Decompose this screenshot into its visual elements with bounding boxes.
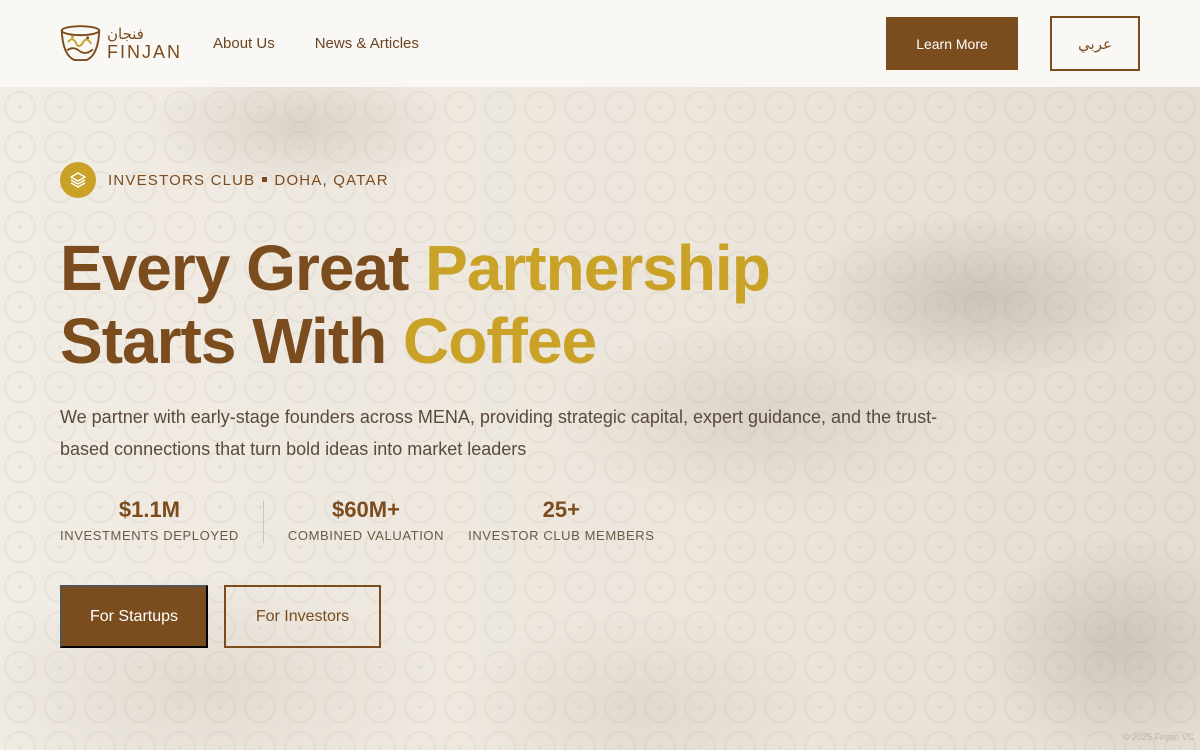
nav-about-us[interactable]: About Us <box>213 35 275 52</box>
stat-value: $1.1M <box>118 497 181 522</box>
language-toggle-button[interactable]: عربي <box>1050 16 1140 71</box>
nav-news-articles[interactable]: News & Articles <box>315 35 419 52</box>
hero-subtext: We partner with early-stage founders acr… <box>60 407 938 459</box>
eyebrow-text: INVESTORS CLUB DOHA, QATAR <box>108 172 389 189</box>
header-actions: Learn More عربي <box>886 16 1140 71</box>
learn-more-button[interactable]: Learn More <box>886 17 1018 70</box>
main-nav: About Us News & Articles <box>213 35 459 52</box>
stat-divider <box>262 501 264 543</box>
coffee-cup-icon <box>60 24 101 61</box>
stat-investments: $1.1M INVESTMENTS DEPLOYED <box>60 497 239 543</box>
cta-row: For Startups For Investors <box>60 585 381 648</box>
logo-wordmark: فنجان FINJAN <box>107 26 182 62</box>
eyebrow-separator <box>262 177 268 183</box>
copyright-note: © 2025 Finjan VC <box>1122 732 1194 742</box>
layers-icon <box>60 162 96 198</box>
headline-line2-b: Coffee <box>403 305 597 377</box>
stat-valuation: $60M+ COMBINED VALUATION <box>288 497 444 543</box>
stats-row: $1.1M INVESTMENTS DEPLOYED $60M+ COMBINE… <box>60 497 655 543</box>
eyebrow: INVESTORS CLUB DOHA, QATAR <box>60 162 389 198</box>
headline-line1-b: Partnership <box>425 232 771 304</box>
finjan-logo[interactable]: فنجان FINJAN <box>60 22 182 66</box>
for-startups-button[interactable]: For Startups <box>60 585 208 648</box>
headline-line2-a: Starts With <box>60 305 403 377</box>
stat-label: INVESTMENTS DEPLOYED <box>60 528 239 543</box>
hero-headline: Every Great Partnership Starts With Coff… <box>60 232 771 378</box>
logo-arabic: فنجان <box>107 24 144 43</box>
site-header: فنجان FINJAN About Us News & Articles Le… <box>0 0 1200 87</box>
stat-label: INVESTOR CLUB MEMBERS <box>468 528 655 543</box>
stat-spacer <box>444 497 468 543</box>
stat-value: $60M+ <box>332 497 400 522</box>
eyebrow-location: DOHA, QATAR <box>274 171 389 189</box>
for-investors-button[interactable]: For Investors <box>224 585 381 648</box>
headline-line1-a: Every Great <box>60 232 426 304</box>
eyebrow-club: INVESTORS CLUB <box>108 171 256 189</box>
logo-english: FINJAN <box>107 41 182 62</box>
stat-label: COMBINED VALUATION <box>287 528 445 543</box>
stat-members: 25+ INVESTOR CLUB MEMBERS <box>468 497 654 543</box>
stat-value: 25+ <box>542 497 580 522</box>
